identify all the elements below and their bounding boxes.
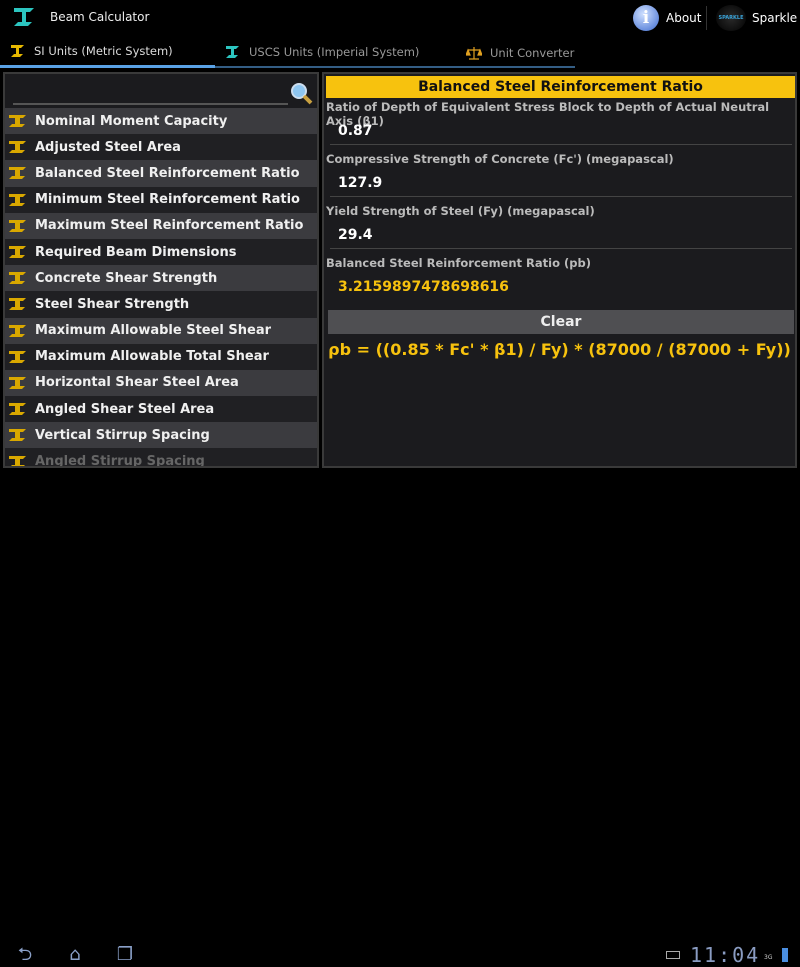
list-item-label: Angled Shear Steel Area <box>35 401 215 417</box>
calculator-form: Balanced Steel Reinforcement Ratio Ratio… <box>322 72 797 468</box>
list-item-label: Vertical Stirrup Spacing <box>35 427 210 443</box>
beam-icon <box>9 193 26 206</box>
list-item[interactable]: Vertical Stirrup Spacing <box>5 422 317 449</box>
list-item-label: Maximum Allowable Steel Shear <box>35 323 272 339</box>
beam-icon <box>9 350 26 363</box>
beam-app-icon <box>14 8 34 26</box>
beam-icon <box>9 272 26 285</box>
list-item[interactable]: Angled Shear Steel Area <box>5 396 317 423</box>
info-icon[interactable]: i <box>633 5 659 31</box>
calculation-list: Nominal Moment Capacity Adjusted Steel Ar… <box>5 108 317 468</box>
fy-input[interactable]: 29.4 <box>330 227 792 249</box>
clear-button[interactable]: Clear <box>328 310 794 334</box>
beam-icon <box>11 45 24 57</box>
list-item-label: Adjusted Steel Area <box>35 139 181 155</box>
list-item[interactable]: Steel Shear Strength <box>5 291 317 318</box>
form-title: Balanced Steel Reinforcement Ratio <box>326 76 795 98</box>
search-input[interactable] <box>13 103 288 105</box>
list-item[interactable]: Maximum Allowable Steel Shear <box>5 317 317 344</box>
recent-apps-icon[interactable]: ❐ <box>108 946 142 964</box>
tab-label: USCS Units (Imperial System) <box>249 44 420 59</box>
list-item[interactable]: Required Beam Dimensions <box>5 238 317 266</box>
list-item[interactable]: Nominal Moment Capacity <box>5 108 317 135</box>
fy-label: Yield Strength of Steel (Fy) (megapascal… <box>326 204 595 218</box>
list-item[interactable]: Horizontal Shear Steel Area <box>5 369 317 397</box>
network-indicator: 3G <box>764 954 773 961</box>
tab-si-units[interactable]: SI Units (Metric System) <box>0 37 215 68</box>
list-item-label: Concrete Shear Strength <box>35 270 218 286</box>
tab-label: Unit Converter <box>490 45 575 60</box>
beam-icon <box>9 429 26 442</box>
beta1-input[interactable]: 0.87 <box>330 123 792 145</box>
tab-label: SI Units (Metric System) <box>34 44 173 58</box>
list-item[interactable]: Maximum Steel Reinforcement Ratio <box>5 212 317 239</box>
list-item-label: Balanced Steel Reinforcement Ratio <box>35 165 300 181</box>
list-item-label: Maximum Allowable Total Shear <box>35 349 269 365</box>
home-icon[interactable]: ⌂ <box>58 946 92 964</box>
list-item-label: Maximum Steel Reinforcement Ratio <box>35 218 304 234</box>
list-item[interactable]: Angled Stirrup Spacing <box>5 448 317 468</box>
beam-icon <box>9 376 26 389</box>
list-item-label: Required Beam Dimensions <box>35 244 237 260</box>
clock: 11:04 <box>690 943 761 967</box>
list-item[interactable]: Concrete Shear Strength <box>5 265 317 292</box>
list-item-label: Steel Shear Strength <box>35 296 190 312</box>
system-nav-bar: ⮌ ⌂ ❐ 11:04 3G <box>0 470 800 967</box>
list-item[interactable]: Adjusted Steel Area <box>5 134 317 161</box>
fc-input[interactable]: 127.9 <box>330 175 792 197</box>
formula-text: ρb = ((0.85 * Fc' * β1) / Fy) * (87000 /… <box>328 340 791 359</box>
beam-icon <box>9 219 26 232</box>
beam-icon <box>9 115 26 128</box>
beam-icon <box>9 324 26 337</box>
back-icon[interactable]: ⮌ <box>8 946 42 964</box>
calculation-list-panel: Nominal Moment Capacity Adjusted Steel Ar… <box>3 72 319 468</box>
list-item-label: Horizontal Shear Steel Area <box>35 375 239 391</box>
search-icon[interactable] <box>289 81 313 105</box>
keyboard-icon <box>666 951 680 959</box>
list-item-label: Nominal Moment Capacity <box>35 113 228 129</box>
pb-label: Balanced Steel Reinforcement Ratio (pb) <box>326 256 591 270</box>
beam-icon <box>9 246 26 259</box>
beam-icon <box>9 141 26 154</box>
sparkle-button[interactable]: Sparkle <box>752 11 797 25</box>
list-item[interactable]: Maximum Allowable Total Shear <box>5 343 317 370</box>
action-bar: Beam Calculator i About SPARKLE Sparkle <box>0 0 800 35</box>
sparkle-logo-icon[interactable]: SPARKLE <box>716 5 746 31</box>
pb-result: 3.2159897478698616 <box>338 279 509 295</box>
beam-icon <box>9 298 26 311</box>
list-item-label: Angled Stirrup Spacing <box>35 454 205 468</box>
list-item-label: Minimum Steel Reinforcement Ratio <box>35 192 300 208</box>
divider <box>706 6 707 30</box>
beam-icon <box>226 45 239 58</box>
about-button[interactable]: About <box>666 11 701 25</box>
battery-icon <box>782 948 788 962</box>
beam-icon <box>9 167 26 180</box>
tab-unit-converter[interactable]: Unit Converter <box>466 37 575 68</box>
list-item[interactable]: Minimum Steel Reinforcement Ratio <box>5 186 317 213</box>
list-item[interactable]: Balanced Steel Reinforcement Ratio <box>5 160 317 187</box>
beam-icon <box>9 455 26 466</box>
scales-icon <box>466 46 482 60</box>
app-title: Beam Calculator <box>50 10 150 24</box>
beam-icon <box>9 403 26 416</box>
fc-label: Compressive Strength of Concrete (Fc') (… <box>326 152 674 166</box>
